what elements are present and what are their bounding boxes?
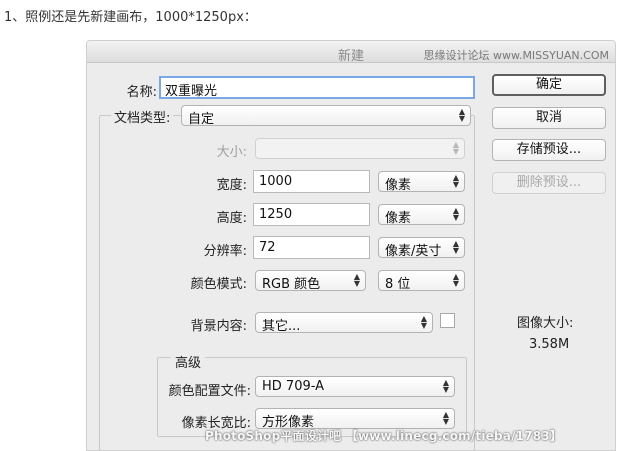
document-type-value: 自定 (188, 112, 215, 127)
color-profile-value: HD 709-A (262, 379, 325, 394)
size-select: ▲ ▼ (255, 138, 465, 159)
height-unit-select[interactable]: 像素 ▲ ▼ (378, 204, 465, 226)
background-value: 其它... (262, 319, 301, 334)
name-label: 名称: (126, 85, 157, 100)
select-arrows-icon: ▲ ▼ (452, 272, 459, 288)
select-arrows-icon: ▲ ▼ (420, 314, 427, 330)
watermark-bottom: PhotoShop平面设计吧 【www.linecg.com/tieba/178… (205, 429, 563, 443)
width-unit-value: 像素 (385, 178, 412, 193)
select-arrows-icon: ▲ ▼ (452, 173, 459, 189)
bit-depth-value: 8 位 (385, 277, 411, 292)
color-mode-label: 颜色模式: (190, 277, 247, 292)
resolution-input[interactable]: 72 (253, 236, 370, 259)
new-document-dialog: 新建 思缘设计论坛 www.MISSYUAN.COM 名称: 双重曝光 文档类型… (86, 40, 616, 451)
document-type-label: 文档类型: (111, 107, 174, 126)
background-color-swatch[interactable] (440, 313, 455, 328)
resolution-unit-select[interactable]: 像素/英寸 ▲ ▼ (378, 237, 465, 259)
image-size-value: 3.58M (529, 337, 570, 352)
bit-depth-select[interactable]: 8 位 ▲ ▼ (378, 270, 465, 292)
document-type-select[interactable]: 自定 ▲ ▼ (181, 105, 471, 127)
delete-preset-button: 删除预设... (492, 172, 606, 194)
resolution-unit-value: 像素/英寸 (385, 244, 442, 259)
select-arrows-icon: ▲ ▼ (452, 239, 459, 255)
height-input[interactable]: 1250 (253, 203, 370, 226)
width-label: 宽度: (216, 178, 247, 193)
width-unit-select[interactable]: 像素 ▲ ▼ (378, 171, 465, 193)
select-arrows-icon: ▲ ▼ (452, 140, 459, 156)
height-label: 高度: (216, 211, 247, 226)
color-mode-select[interactable]: RGB 颜色 ▲ ▼ (255, 270, 366, 292)
image-size-label: 图像大小: (517, 316, 574, 331)
background-label: 背景内容: (190, 319, 247, 334)
ok-button[interactable]: 确定 (492, 74, 606, 96)
select-arrows-icon: ▲ ▼ (452, 206, 459, 222)
cancel-button[interactable]: 取消 (492, 107, 606, 129)
name-field[interactable]: 双重曝光 (159, 76, 475, 99)
select-arrows-icon: ▲ ▼ (353, 272, 360, 288)
color-mode-value: RGB 颜色 (262, 277, 321, 292)
watermark-top: 思缘设计论坛 www.MISSYUAN.COM (423, 49, 609, 62)
pixel-aspect-select[interactable]: 方形像素 ▲ ▼ (255, 408, 455, 430)
title-bar[interactable]: 新建 思缘设计论坛 www.MISSYUAN.COM (87, 41, 615, 64)
width-input[interactable]: 1000 (253, 170, 370, 193)
color-profile-select[interactable]: HD 709-A ▲ ▼ (255, 376, 455, 397)
color-profile-label: 颜色配置文件: (168, 384, 251, 399)
advanced-title: 高级 (171, 352, 206, 371)
save-preset-button[interactable]: 存储预设... (492, 139, 606, 161)
height-unit-value: 像素 (385, 211, 412, 226)
background-select[interactable]: 其它... ▲ ▼ (255, 312, 433, 334)
resolution-label: 分辨率: (203, 244, 247, 259)
select-arrows-icon: ▲ ▼ (442, 410, 449, 426)
size-label: 大小: (216, 145, 247, 160)
select-arrows-icon: ▲ ▼ (442, 378, 449, 394)
intro-text: 1、照例还是先新建画布，1000*1250px： (4, 10, 257, 25)
select-arrows-icon: ▲ ▼ (458, 107, 465, 123)
